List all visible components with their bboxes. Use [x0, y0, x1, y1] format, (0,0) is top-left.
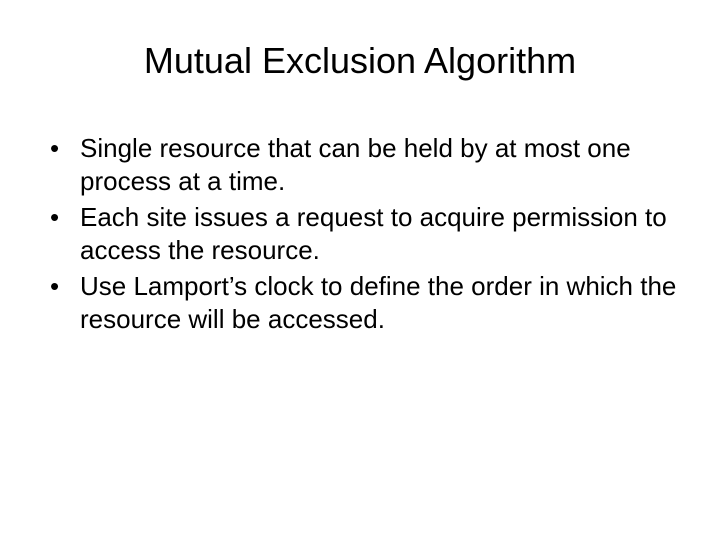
- bullet-list: Single resource that can be held by at m…: [40, 132, 680, 335]
- bullet-item: Use Lamport’s clock to define the order …: [40, 270, 680, 335]
- bullet-item: Single resource that can be held by at m…: [40, 132, 680, 197]
- bullet-item: Each site issues a request to acquire pe…: [40, 201, 680, 266]
- slide-title: Mutual Exclusion Algorithm: [40, 40, 680, 82]
